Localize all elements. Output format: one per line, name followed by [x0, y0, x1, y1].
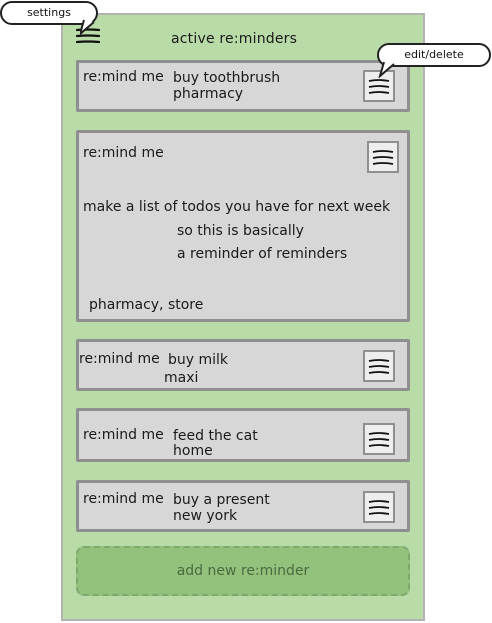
reminder-location: new york [173, 508, 238, 524]
reminder-card[interactable]: re:mind me make a list of todos you have… [76, 130, 410, 322]
list-menu-icon [368, 500, 390, 515]
reminder-text: buy toothbrush [173, 70, 281, 86]
page-title: active re:minders [171, 31, 298, 47]
reminder-text: buy a present [173, 492, 270, 508]
app-screen: active re:minders re:mind me buy toothbr… [61, 13, 425, 621]
reminder-text: a reminder of reminders [177, 246, 348, 262]
add-reminder-button[interactable]: add new re:minder [76, 546, 410, 596]
reminder-location: home [173, 443, 213, 459]
list-menu-icon [372, 150, 394, 165]
edit-delete-button[interactable] [367, 141, 399, 173]
list-menu-icon [368, 359, 390, 374]
reminder-label: re:mind me [79, 351, 160, 367]
reminder-card[interactable]: re:mind me buy a present new york [76, 480, 410, 532]
reminder-card[interactable]: re:mind me buy milk maxi [76, 339, 410, 391]
reminder-text: so this is basically [177, 223, 304, 239]
edit-delete-button[interactable] [363, 350, 395, 382]
reminder-label: re:mind me [83, 491, 164, 507]
reminder-location: maxi [164, 370, 199, 386]
reminder-location: pharmacy, store [89, 297, 204, 313]
list-menu-icon [368, 432, 390, 447]
reminder-label: re:mind me [83, 145, 164, 161]
reminder-label: re:mind me [83, 427, 164, 443]
edit-delete-button[interactable] [363, 423, 395, 455]
reminder-text: buy milk [168, 352, 229, 368]
reminder-text: make a list of todos you have for next w… [83, 199, 391, 215]
reminder-label: re:mind me [83, 69, 164, 85]
reminder-location: pharmacy [173, 86, 244, 102]
edit-delete-button[interactable] [363, 491, 395, 523]
list-menu-icon [368, 79, 390, 94]
callout-pointer [80, 19, 95, 36]
reminder-card[interactable]: re:mind me buy toothbrush pharmacy [76, 60, 410, 112]
reminder-card[interactable]: re:mind me feed the cat home [76, 408, 410, 462]
callout-pointer [378, 61, 395, 78]
reminder-text: feed the cat [173, 428, 258, 444]
